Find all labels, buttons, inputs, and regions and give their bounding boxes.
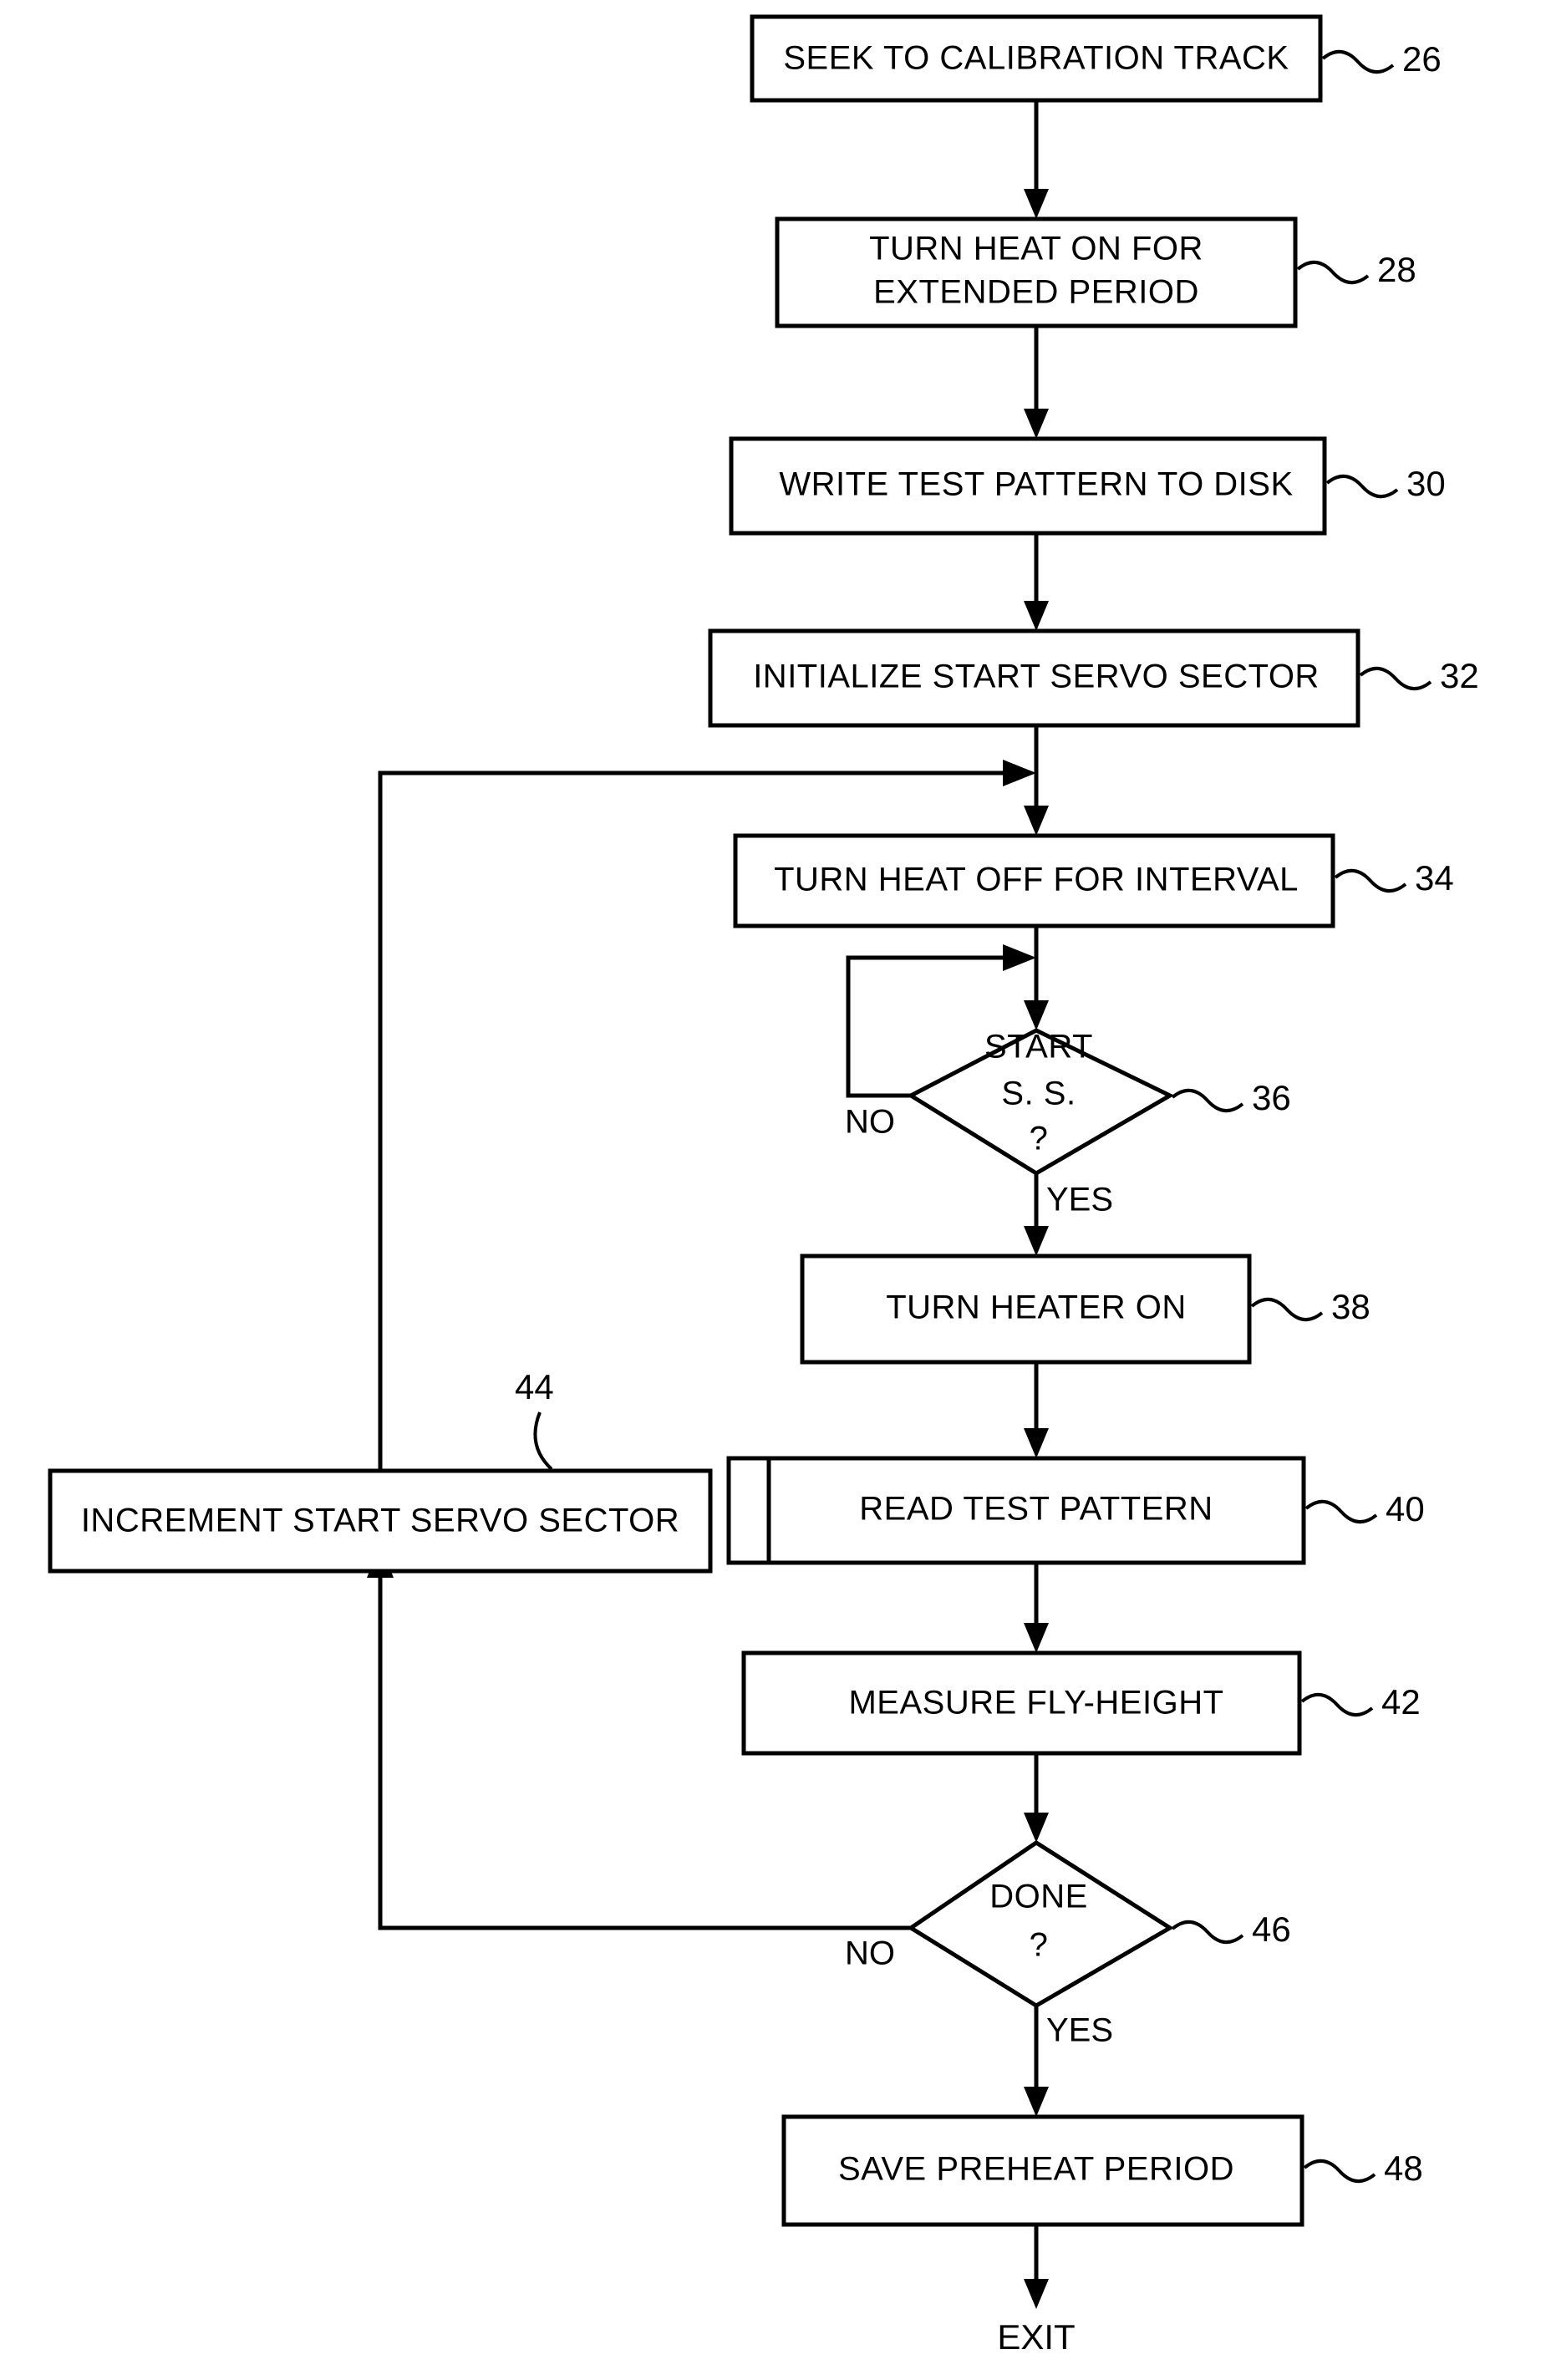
ref-number-36: 36	[1252, 1078, 1291, 1117]
node-initialize-start-servo-sector[interactable]: INITIALIZE START SERVO SECTOR	[708, 628, 1360, 728]
ref-number-40: 40	[1386, 1489, 1425, 1528]
connector-26-to-28	[1024, 100, 1049, 219]
node-28-label-line1: TURN HEAT ON FOR	[869, 231, 1203, 267]
node-start-ss-decision[interactable]: START S. S. ?	[906, 1028, 1175, 1176]
flowchart-canvas: SEEK TO CALIBRATION TRACK 26 TURN HEAT O…	[48, 14, 1479, 2357]
node-turn-heat-off-for-interval[interactable]: TURN HEAT OFF FOR INTERVAL	[733, 833, 1335, 928]
node-28-label-line2: EXTENDED PERIOD	[873, 274, 1199, 311]
flowchart-figure: SEEK TO CALIBRATION TRACK 26 TURN HEAT O…	[0, 0, 1546, 2380]
node-36-label-line3: ?	[1030, 1121, 1049, 1157]
node-30-label: WRITE TEST PATTERN TO DISK	[779, 466, 1293, 503]
ref-number-26: 26	[1402, 39, 1442, 79]
ref-number-38: 38	[1331, 1287, 1371, 1326]
node-46-label-line1: DONE	[989, 1879, 1088, 1915]
node-48-label: SAVE PREHEAT PERIOD	[838, 2151, 1234, 2188]
edge-label-36-yes: YES	[1046, 1182, 1113, 1218]
connector-42-to-46	[1024, 1753, 1049, 1843]
connector-30-to-32	[1024, 533, 1049, 631]
connector-28-to-30	[1024, 326, 1049, 439]
exit-terminal-label: EXIT	[997, 2317, 1075, 2357]
node-36-label-line2: S. S.	[1001, 1076, 1076, 1112]
node-save-preheat-period[interactable]: SAVE PREHEAT PERIOD	[781, 2114, 1304, 2227]
ref-number-32: 32	[1440, 656, 1479, 695]
node-measure-fly-height[interactable]: MEASURE FLY-HEIGHT	[741, 1650, 1302, 1756]
node-seek-to-calibration-track[interactable]: SEEK TO CALIBRATION TRACK	[750, 14, 1323, 103]
edge-label-46-yes: YES	[1046, 2012, 1113, 2049]
ref-callout-36: 36	[1171, 1078, 1291, 1117]
node-increment-start-servo-sector[interactable]: INCREMENT START SERVO SECTOR	[48, 1468, 713, 1574]
connector-38-to-40	[1024, 1362, 1049, 1458]
node-42-label: MEASURE FLY-HEIGHT	[848, 1685, 1223, 1721]
connector-34-to-36	[1024, 926, 1049, 1030]
ref-callout-42: 42	[1300, 1682, 1421, 1721]
ref-callout-32: 32	[1359, 656, 1479, 695]
node-36-label-line1: START	[984, 1029, 1093, 1065]
node-32-label: INITIALIZE START SERVO SECTOR	[753, 659, 1320, 695]
ref-callout-40: 40	[1304, 1489, 1425, 1528]
node-46-label-line2: ?	[1030, 1927, 1049, 1964]
ref-number-42: 42	[1381, 1682, 1421, 1721]
ref-callout-26: 26	[1321, 39, 1442, 79]
ref-callout-38: 38	[1250, 1287, 1371, 1326]
node-44-label: INCREMENT START SERVO SECTOR	[81, 1503, 679, 1539]
edge-label-36-no: NO	[845, 1104, 895, 1141]
ref-callout-28: 28	[1296, 250, 1416, 289]
ref-callout-34: 34	[1334, 858, 1454, 898]
ref-number-48: 48	[1384, 2149, 1423, 2188]
node-34-label: TURN HEAT OFF FOR INTERVAL	[774, 862, 1299, 898]
ref-callout-44: 44	[515, 1367, 554, 1471]
ref-number-28: 28	[1377, 250, 1416, 289]
node-write-test-pattern-to-disk[interactable]: WRITE TEST PATTERN TO DISK	[729, 436, 1327, 536]
connector-46-to-48	[1024, 2006, 1049, 2117]
ref-number-30: 30	[1406, 464, 1446, 503]
ref-callout-46: 46	[1171, 1910, 1291, 1949]
node-38-label: TURN HEATER ON	[886, 1289, 1187, 1326]
node-read-test-pattern[interactable]: READ TEST PATTERN	[726, 1456, 1306, 1565]
connector-32-to-34	[1024, 725, 1049, 836]
node-turn-heater-on[interactable]: TURN HEATER ON	[800, 1254, 1252, 1365]
node-turn-heat-on-for-extended-period[interactable]: TURN HEAT ON FOR EXTENDED PERIOD	[775, 216, 1298, 328]
node-done-decision[interactable]: DONE ?	[907, 1840, 1174, 2008]
connector-36-to-38	[1024, 1173, 1049, 1256]
connector-40-to-42	[1024, 1563, 1049, 1653]
ref-number-46: 46	[1252, 1910, 1291, 1949]
connector-48-to-exit	[1024, 2225, 1049, 2309]
node-40-label: READ TEST PATTERN	[859, 1491, 1213, 1528]
ref-number-44: 44	[515, 1367, 554, 1406]
ref-number-34: 34	[1415, 858, 1454, 898]
node-26-label: SEEK TO CALIBRATION TRACK	[783, 40, 1289, 77]
ref-callout-30: 30	[1325, 464, 1446, 503]
edge-label-46-no: NO	[845, 1935, 895, 1972]
ref-callout-48: 48	[1303, 2149, 1423, 2188]
